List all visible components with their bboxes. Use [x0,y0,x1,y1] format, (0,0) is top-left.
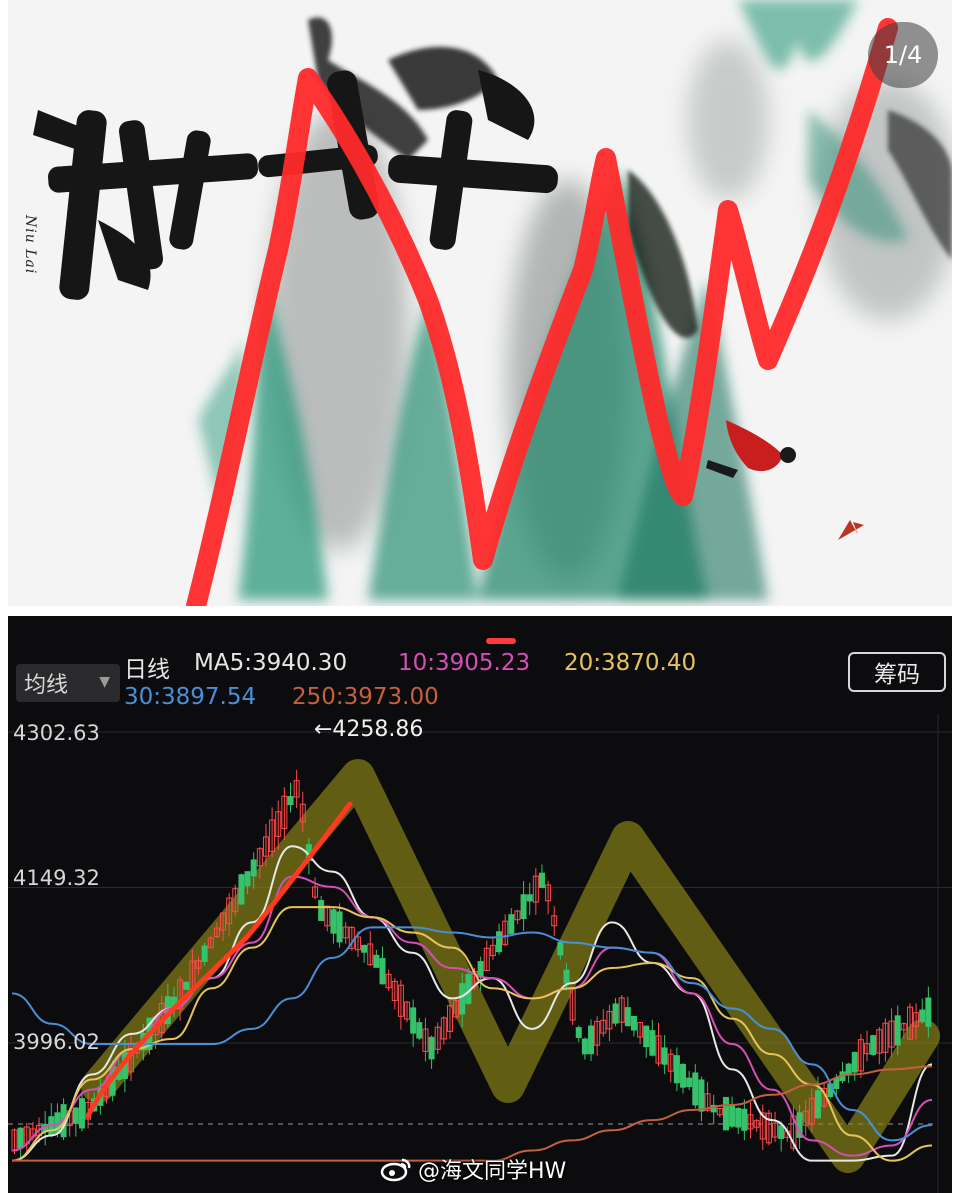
weibo-icon [380,1158,411,1182]
candle-body [649,1030,656,1056]
ma250-value: 250:3973.00 [292,684,439,710]
candle-body [538,872,545,888]
candle-body [729,1104,736,1127]
candle-body [814,1090,821,1119]
ma5-value: MA5:3940.30 [194,650,348,676]
candle-body [624,1007,631,1027]
ma10-value: 10:3905.23 [398,650,531,676]
candle-body [643,1025,650,1048]
candle-body [244,871,251,887]
candle-body [845,1063,852,1075]
ma-type-label: 均线 [24,673,69,698]
candle-body [680,1063,687,1088]
chevron-down-icon: ▼ [99,674,110,690]
candle-body [410,1007,417,1034]
candle-body [575,1027,582,1038]
candle-body [630,1015,637,1031]
candle-body [250,859,257,877]
candle-body [508,914,515,935]
candle-body [330,909,337,934]
candle-body [735,1107,742,1128]
active-tab-marker [486,638,516,644]
candle-body [379,958,386,985]
candle-body [673,1055,680,1084]
candle-body [894,1015,901,1046]
candle-body [336,911,343,943]
candle-body [361,944,368,953]
artwork-image: Niu Lai 1/4 [8,0,952,606]
candle-body [692,1072,699,1106]
ma-type-select[interactable]: 均线 ▼ [16,664,120,702]
candle-body [416,1022,423,1039]
indicator-toolbar: 均线 ▼ 日线 MA5:3940.30 10:3905.23 20:3870.4… [8,616,952,716]
candle-body [459,983,466,1015]
candle-body [581,1038,588,1055]
candle-body [833,1077,840,1089]
candle-body [661,1047,668,1065]
candle-body [686,1077,693,1088]
candle-body [428,1036,435,1060]
candle-body [870,1035,877,1055]
candle-body [925,997,932,1027]
ink-painting [8,0,952,606]
candle-body [477,961,484,978]
page-indicator[interactable]: 1/4 [868,22,938,88]
zigzag-overlay [81,759,940,1173]
y-axis-label-mid: 4149.32 [13,866,100,890]
stock-chart-screenshot: 均线 ▼ 日线 MA5:3940.30 10:3905.23 20:3870.4… [8,616,952,1193]
peak-annotation: ←4258.86 [314,717,424,742]
candle-body [563,969,570,984]
candle-body [520,894,527,920]
candle-body [588,1025,595,1055]
watermark-text: @海文同学HW [418,1159,567,1184]
candle-body [78,1098,85,1129]
candle-body [318,899,325,921]
candle-body [557,941,564,956]
chips-button[interactable]: 筹码 [848,652,946,692]
period-label: 日线 [124,657,170,683]
candle-body [526,894,533,902]
ma30-value: 30:3897.54 [124,684,257,710]
candle-body [612,1003,619,1024]
weibo-watermark: @海文同学HW [380,1152,566,1186]
candle-body [201,945,208,962]
candle-body [741,1108,748,1131]
ma20-value: 20:3870.40 [564,650,697,676]
candle-body [17,1127,24,1149]
zigzag-highlight [81,759,940,1173]
candle-body [72,1107,79,1124]
candle-body [373,954,380,968]
y-axis-label-top: 4302.63 [13,721,100,745]
image-divider [0,606,960,616]
candle-body [238,874,245,905]
candle-body [778,1125,785,1139]
artist-caption: Niu Lai [22,215,38,275]
candle-body [722,1096,729,1131]
candle-body [698,1079,705,1112]
y-axis-label-low: 3996.02 [13,1030,100,1054]
candle-body [496,931,503,953]
candle-body [851,1052,858,1073]
candle-body [919,1009,926,1023]
candle-body [287,796,294,806]
candle-body [183,981,190,990]
